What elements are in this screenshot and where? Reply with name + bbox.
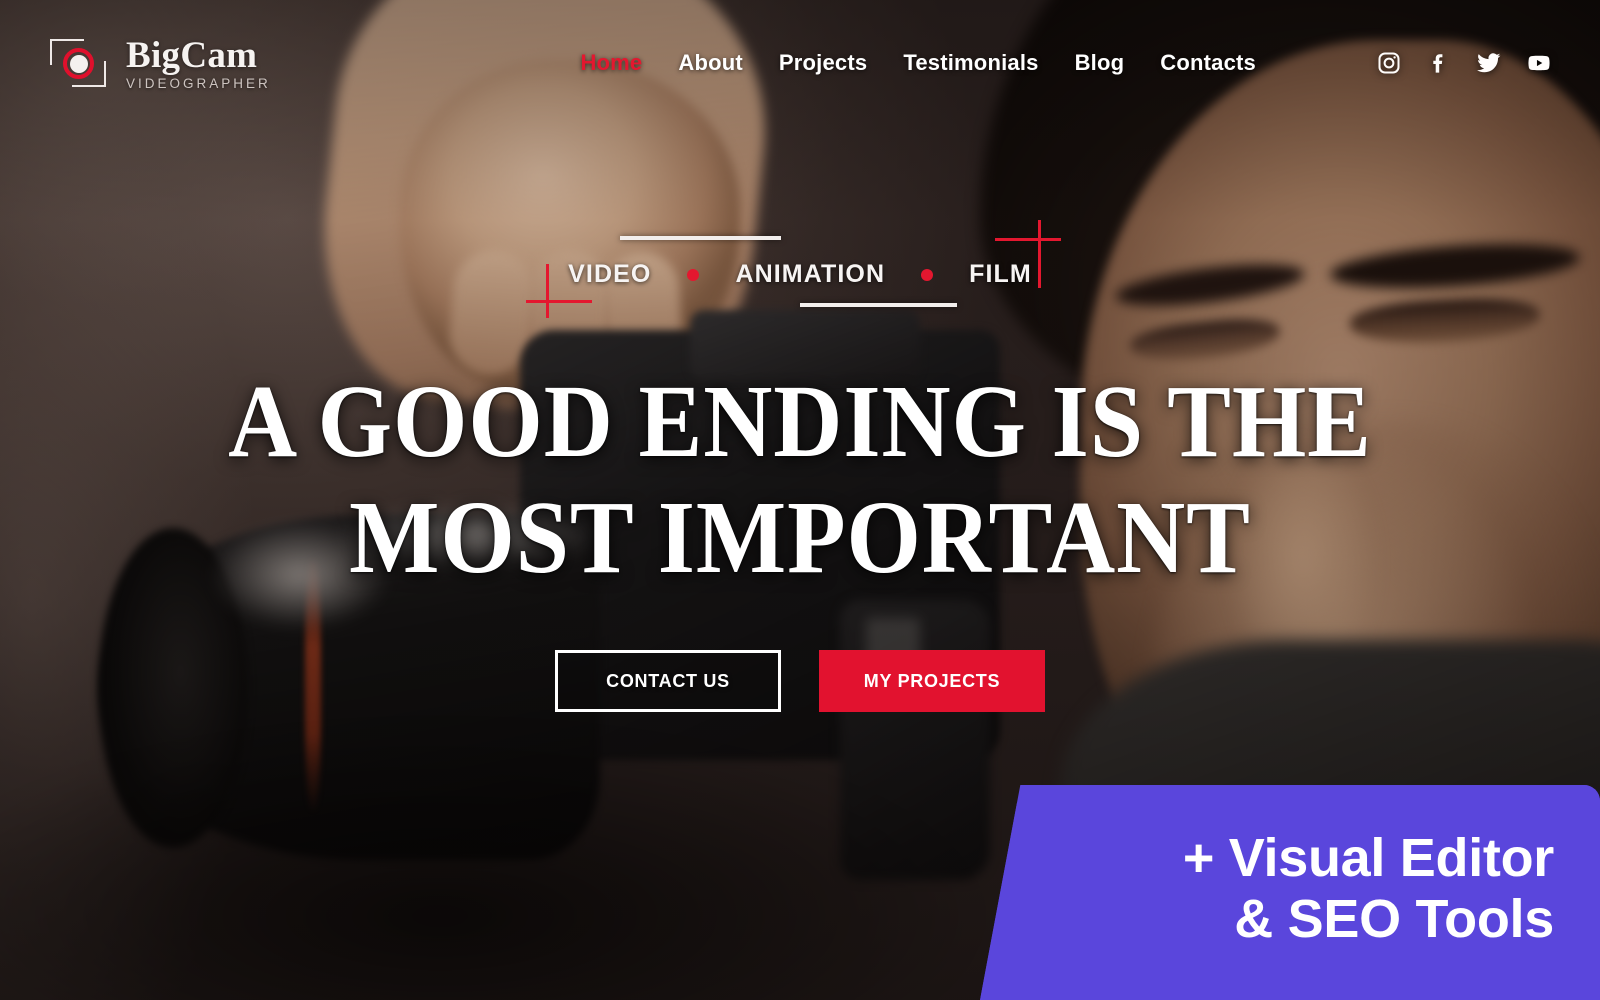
hero-cta-row: CONTACT US MY PROJECTS [0, 650, 1600, 712]
site-header: BigCam VIDEOGRAPHER Home About Projects … [0, 0, 1600, 126]
record-dot [70, 55, 88, 73]
promo-banner-text: + Visual Editor & SEO Tools [1183, 828, 1554, 949]
my-projects-button[interactable]: MY PROJECTS [819, 650, 1045, 712]
brand-tagline: VIDEOGRAPHER [126, 76, 271, 92]
camera-frame-icon [48, 35, 110, 91]
nav-item-projects[interactable]: Projects [779, 50, 867, 76]
twitter-icon[interactable] [1476, 50, 1502, 76]
social-links [1376, 50, 1552, 76]
site-logo[interactable]: BigCam VIDEOGRAPHER [48, 35, 271, 91]
nav-item-testimonials[interactable]: Testimonials [903, 50, 1038, 76]
brand-name: BigCam [126, 35, 258, 77]
nav-item-home[interactable]: Home [580, 50, 642, 76]
nav-item-blog[interactable]: Blog [1075, 50, 1125, 76]
promo-line-1: + Visual Editor [1182, 828, 1554, 889]
main-navigation: Home About Projects Testimonials Blog Co… [580, 50, 1552, 76]
logo-text: BigCam VIDEOGRAPHER [126, 35, 271, 91]
promo-line-2: & SEO Tools [1234, 888, 1554, 949]
instagram-icon[interactable] [1376, 50, 1402, 76]
promo-banner[interactable]: + Visual Editor & SEO Tools [980, 785, 1600, 1000]
hero-stage: BigCam VIDEOGRAPHER Home About Projects … [0, 0, 1600, 1000]
youtube-icon[interactable] [1526, 50, 1552, 76]
contact-us-button[interactable]: CONTACT US [555, 650, 781, 712]
nav-item-contacts[interactable]: Contacts [1160, 50, 1256, 76]
nav-item-about[interactable]: About [678, 50, 743, 76]
facebook-icon[interactable] [1426, 50, 1452, 76]
